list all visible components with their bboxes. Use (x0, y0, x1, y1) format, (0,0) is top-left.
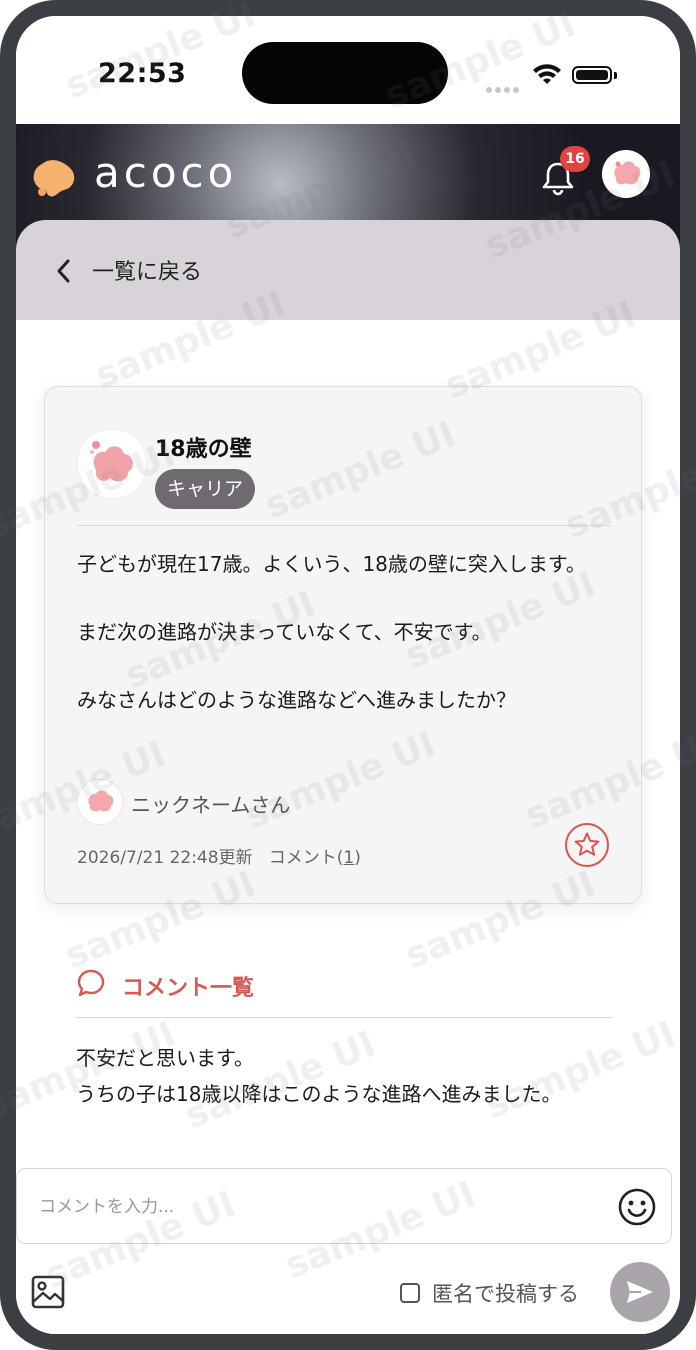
chevron-left-icon[interactable] (54, 258, 74, 284)
post-paragraph: まだ次の進路が決まっていなくて、不安です。 (77, 620, 492, 644)
post-title: 18歳の壁 (155, 437, 252, 462)
post-avatar-illustration-icon (78, 430, 146, 498)
battery-tip (614, 72, 617, 79)
app-logo-text[interactable]: acoco (94, 148, 237, 197)
dynamic-island (242, 42, 448, 104)
image-icon[interactable] (30, 1274, 66, 1310)
send-icon (627, 1281, 653, 1303)
comment-line: 不安だと思います。 (76, 1046, 254, 1070)
comment-composer: 匿名で投稿する (16, 1166, 680, 1334)
comments-heading: コメント一覧 (122, 976, 255, 1001)
author-avatar (77, 779, 123, 825)
battery-icon (572, 66, 612, 84)
comment-count-close: ) (354, 848, 361, 868)
post-paragraph: みなさんはどのような進路などへ進みましたか？ (77, 688, 516, 712)
anonymous-label: 匿名で投稿する (432, 1282, 579, 1306)
user-avatar[interactable] (602, 150, 650, 198)
comments-header: コメント一覧 (76, 968, 254, 1002)
anonymous-checkbox[interactable] (400, 1283, 420, 1303)
speech-bubble-icon (77, 969, 105, 997)
comment-input[interactable] (37, 1189, 601, 1225)
comment-count-label: コメント( (268, 848, 344, 868)
author-avatar-illustration-icon (78, 780, 122, 824)
wifi-icon (533, 64, 561, 84)
comments-divider (76, 1017, 612, 1018)
smiley-icon[interactable] (617, 1187, 657, 1227)
notification-badge: 16 (560, 146, 590, 172)
status-bar: 22:53 (16, 16, 680, 124)
back-bar[interactable]: 一覧に戻る (16, 220, 680, 320)
post-meta: 2026/7/21 22:48更新 コメント(1) (77, 843, 361, 868)
updated-timestamp: 2026/7/21 22:48更新 (77, 848, 253, 868)
send-button[interactable] (610, 1262, 670, 1322)
cellular-signal-icon (486, 78, 522, 97)
anonymous-option[interactable]: 匿名で投稿する (400, 1278, 579, 1308)
card-divider (77, 525, 611, 526)
post-avatar (77, 429, 147, 499)
back-link[interactable]: 一覧に戻る (92, 254, 202, 286)
post-body: 子どもが現在17歳。よくいう、18歳の壁に突入します。 まだ次の進路が決まってい… (77, 547, 617, 751)
comment-line: うちの子は18歳以降はこのような進路へ進みました。 (76, 1082, 562, 1106)
logo-icon (33, 160, 75, 197)
comment-count[interactable]: 1 (343, 848, 354, 868)
device-frame: 22:53 acoco 16 一覧に戻る 18歳の壁 キャリア 子どもが現在17… (0, 0, 696, 1350)
comment-item: 不安だと思います。 うちの子は18歳以降はこのような進路へ進みました。 (76, 1040, 616, 1112)
status-time: 22:53 (98, 58, 187, 89)
post-card: 18歳の壁 キャリア 子どもが現在17歳。よくいう、18歳の壁に突入します。 ま… (44, 386, 642, 904)
author-name[interactable]: ニックネームさん (131, 789, 290, 818)
category-tag[interactable]: キャリア (155, 469, 256, 509)
avatar-illustration-icon (602, 150, 650, 198)
star-icon (574, 832, 600, 856)
post-paragraph: 子どもが現在17歳。よくいう、18歳の壁に突入します。 (77, 552, 586, 576)
favorite-button[interactable] (565, 823, 609, 867)
comment-input-box[interactable] (16, 1168, 672, 1244)
screen: 22:53 acoco 16 一覧に戻る 18歳の壁 キャリア 子どもが現在17… (16, 16, 680, 1334)
